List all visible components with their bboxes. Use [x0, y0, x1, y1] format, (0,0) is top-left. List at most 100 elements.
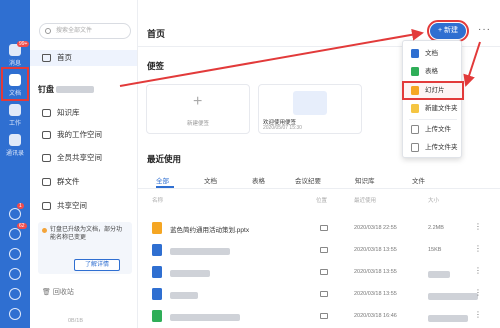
- sidebar-item-knowledge[interactable]: 知识库: [30, 105, 137, 121]
- sidebar-item-my-space[interactable]: 我的工作空间: [30, 127, 137, 143]
- plus-icon: +: [193, 93, 203, 110]
- column-location: 位置: [316, 198, 328, 204]
- apps-icon[interactable]: [9, 288, 21, 300]
- file-name: 蓝色简约通用活动策划.pptx: [170, 227, 250, 234]
- upgrade-tip: 钉盘已升级为文档，部分功能名称已变更 了解详情: [38, 222, 132, 274]
- menu-label-doc: 文档: [425, 50, 438, 57]
- page-title: 首页: [147, 29, 166, 39]
- row-more-icon[interactable]: ⋮: [474, 288, 482, 297]
- row-more-icon[interactable]: ⋮: [474, 222, 482, 231]
- sidebar: 搜索全部文件 首页 钉盘 知识库 我的工作空间 全员共享空间 群文件 共享空间 …: [30, 0, 138, 328]
- mail-badge: 62: [17, 223, 27, 229]
- menu-item-doc[interactable]: 文档: [403, 45, 463, 62]
- tab-docs[interactable]: 文档: [204, 175, 217, 185]
- notification-badge: 1: [17, 203, 24, 209]
- search-input[interactable]: 搜索全部文件: [39, 23, 131, 39]
- contacts-icon: [9, 134, 21, 146]
- file-time: 2020/03/18 16:46: [354, 313, 397, 319]
- file-time: 2020/03/18 13:55: [354, 247, 397, 253]
- rail-label-contacts: 通讯录: [5, 151, 24, 157]
- note-date: 2020/05/07 15:30: [263, 125, 302, 131]
- tab-files[interactable]: 文件: [412, 175, 425, 185]
- folder-icon: [320, 313, 328, 319]
- sidebar-item-shared-space[interactable]: 共享空间: [30, 198, 137, 214]
- settings-icon[interactable]: [9, 308, 21, 320]
- sidebar-item-shared-all[interactable]: 全员共享空间: [30, 150, 137, 166]
- home-icon: [42, 54, 51, 62]
- sidebar-label-knowledge: 知识库: [57, 108, 80, 117]
- book-icon: [42, 109, 51, 117]
- sidebar-label-home: 首页: [57, 53, 72, 62]
- doc-file-icon: [152, 244, 162, 256]
- column-time: 最近使用: [354, 198, 377, 204]
- trash-label: 回收站: [52, 289, 74, 296]
- folder-icon: [320, 269, 328, 275]
- file-size: 2.2MB: [428, 225, 444, 231]
- row-more-icon[interactable]: ⋮: [474, 310, 482, 319]
- table-row[interactable]: 蓝色简约通用活动策划.pptx 2020/03/18 22:55 2.2MB ⋮: [138, 218, 500, 238]
- rail-item-messages[interactable]: 99+ 消息: [0, 41, 30, 67]
- search-icon: [45, 28, 51, 34]
- table-row[interactable]: 2020/03/18 16:46 ⋮: [138, 306, 500, 326]
- tab-sheets[interactable]: 表格: [252, 175, 265, 185]
- rail-item-contacts[interactable]: 通讯录: [0, 134, 30, 157]
- upload-icon: [411, 125, 419, 134]
- row-more-icon[interactable]: ⋮: [474, 266, 482, 275]
- sidebar-label-shared-all: 全员共享空间: [57, 153, 102, 162]
- tab-all[interactable]: 全部: [156, 175, 169, 185]
- tabs-divider: [138, 188, 500, 189]
- phone-icon[interactable]: [9, 248, 21, 260]
- file-size-redacted: [428, 293, 478, 300]
- annotation-box-docs: [1, 67, 29, 101]
- row-more-icon[interactable]: ⋮: [474, 244, 482, 253]
- file-name-redacted: [170, 314, 240, 321]
- folder-icon: [411, 104, 419, 113]
- menu-label-upload-file: 上传文件: [425, 126, 451, 133]
- work-icon: [9, 104, 21, 116]
- menu-divider: [409, 119, 457, 120]
- file-size-redacted: [428, 315, 468, 322]
- search-placeholder: 搜索全部文件: [56, 28, 93, 34]
- folder-icon: [320, 225, 328, 231]
- sheet-file-icon: [152, 310, 162, 322]
- menu-item-upload-file[interactable]: 上传文件: [403, 121, 463, 138]
- table-row[interactable]: 2020/03/18 13:55 ⋮: [138, 262, 500, 282]
- menu-item-upload-folder[interactable]: 上传文件夹: [403, 139, 463, 156]
- sidebar-label-my-space: 我的工作空间: [57, 130, 102, 139]
- new-button[interactable]: + 新建: [427, 20, 469, 42]
- file-time: 2020/03/18 13:55: [354, 291, 397, 297]
- layers-icon: [42, 154, 51, 162]
- file-name-redacted: [170, 292, 198, 299]
- org-prefix: 钉盘: [38, 85, 54, 94]
- tab-minutes[interactable]: 会议纪要: [295, 175, 321, 185]
- tip-text: 钉盘已升级为文档，部分功能名称已变更: [50, 227, 123, 241]
- menu-item-new-folder[interactable]: 新建文件夹: [403, 100, 463, 117]
- sidebar-item-trash[interactable]: 🗑 回收站: [42, 287, 74, 297]
- tab-knowledge[interactable]: 知识库: [355, 175, 375, 185]
- note-card[interactable]: 欢迎使用便签 2020/05/07 15:30: [258, 84, 362, 134]
- file-name-redacted: [170, 248, 230, 255]
- menu-item-slides[interactable]: 幻灯片: [402, 81, 464, 100]
- txt-file-icon: [152, 266, 162, 278]
- table-row[interactable]: 2020/03/18 13:55 15KB ⋮: [138, 240, 500, 260]
- learn-more-button[interactable]: 了解详情: [74, 259, 120, 271]
- sheet-icon: [411, 67, 419, 76]
- txt-file-icon: [152, 288, 162, 300]
- more-menu-icon[interactable]: ···: [478, 24, 491, 35]
- notification-icon[interactable]: [9, 208, 21, 220]
- file-time: 2020/03/18 13:55: [354, 269, 397, 275]
- org-name[interactable]: 钉盘: [38, 84, 95, 95]
- new-note-card[interactable]: + 新建便签: [146, 84, 250, 134]
- table-row[interactable]: 2020/03/18 13:55 ⋮: [138, 284, 500, 304]
- sidebar-label-group-files: 群文件: [57, 177, 80, 186]
- left-rail: 99+ 消息 文档 工作 通讯录 1 62: [0, 0, 30, 328]
- menu-label-slides: 幻灯片: [425, 87, 445, 94]
- calendar-icon[interactable]: [9, 268, 21, 280]
- sidebar-item-home[interactable]: 首页: [30, 50, 137, 66]
- menu-item-sheet[interactable]: 表格: [403, 63, 463, 80]
- mail-icon[interactable]: [9, 228, 21, 240]
- column-size: 大小: [428, 198, 440, 204]
- sidebar-item-group-files[interactable]: 群文件: [30, 174, 137, 190]
- rail-item-work[interactable]: 工作: [0, 104, 30, 127]
- doc-icon: [411, 49, 419, 58]
